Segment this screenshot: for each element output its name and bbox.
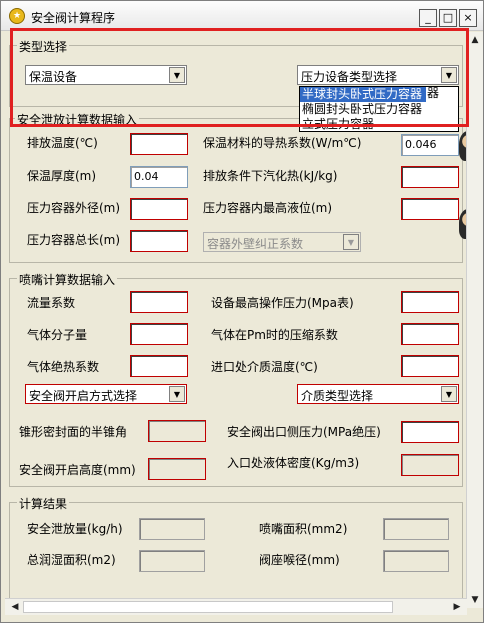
max-liquid-level-input[interactable] (401, 198, 459, 220)
nozzle-area-output (383, 518, 449, 540)
vessel-outer-diameter-input[interactable] (130, 198, 188, 220)
relief-rate-label: 安全泄放量(kg/h) (27, 522, 123, 536)
adiabatic-coeff-input[interactable] (130, 355, 188, 377)
inlet-temp-label: 进口处介质温度(℃) (211, 360, 318, 374)
results-label: 计算结果 (17, 495, 70, 512)
app-logo-icon: ★ (9, 8, 25, 24)
seat-throat-output (383, 550, 449, 572)
medium-type-select[interactable]: 介质类型选择 ▼ (297, 384, 459, 404)
latent-heat-input[interactable] (401, 166, 459, 188)
scroll-up-icon[interactable]: ▲ (467, 32, 483, 48)
maximize-button[interactable]: □ (439, 9, 457, 27)
chevron-down-icon[interactable]: ▼ (169, 67, 185, 83)
vessel-length-input[interactable] (130, 230, 188, 252)
lift-height-label: 安全阀开启高度(mm) (19, 463, 136, 477)
latent-heat-label: 排放条件下汽化热(kJ/kg) (203, 169, 338, 183)
scroll-left-icon[interactable]: ◀ (7, 599, 23, 615)
relief-input-label: 安全泄放计算数据输入 (15, 111, 140, 128)
lift-height-input[interactable] (148, 458, 206, 480)
app-window: ★ 安全阀计算程序 _ □ × 类型选择 保温设备 ▼ 压力设备类型选择 ▼ 安… (0, 0, 484, 623)
minimize-button[interactable]: _ (419, 9, 437, 27)
outlet-pressure-input[interactable] (401, 421, 459, 443)
chevron-down-icon[interactable]: ▼ (343, 234, 359, 250)
chevron-down-icon[interactable]: ▼ (441, 386, 457, 402)
nozzle-input-label: 喷嘴计算数据输入 (17, 271, 118, 288)
chevron-down-icon[interactable]: ▼ (169, 386, 185, 402)
vessel-type-select-value: 压力设备类型选择 (301, 70, 398, 84)
vessel-type-select[interactable]: 压力设备类型选择 ▼ (297, 65, 459, 85)
seat-throat-label: 阀座喉径(mm) (259, 553, 340, 567)
max-operating-pressure-input[interactable] (401, 291, 459, 313)
outlet-pressure-label: 安全阀出口侧压力(MPa绝压) (227, 425, 381, 439)
insulation-conductivity-label: 保温材料的导热系数(W/m℃) (203, 136, 362, 150)
vessel-type-option[interactable]: 立式压力容器 (300, 117, 458, 132)
flow-coeff-label: 流量系数 (27, 296, 76, 310)
max-operating-pressure-label: 设备最高操作压力(Mpa表) (211, 296, 354, 310)
adiabatic-coeff-label: 气体绝热系数 (27, 360, 100, 374)
opening-mode-select-value: 安全阀开启方式选择 (29, 389, 138, 403)
molecular-weight-input[interactable] (130, 323, 188, 345)
scroll-right-icon[interactable]: ▶ (449, 599, 465, 615)
relief-rate-output (139, 518, 205, 540)
wall-factor-select-value: 容器外壁纠正系数 (207, 237, 304, 251)
max-liquid-level-label: 压力容器内最高液位(m) (203, 201, 333, 215)
horizontal-scrollbar[interactable]: ◀ ▶ (5, 598, 467, 615)
close-button[interactable]: × (459, 9, 477, 27)
title-bar[interactable]: ★ 安全阀计算程序 _ □ × (1, 1, 483, 31)
type-selection-label: 类型选择 (17, 38, 70, 55)
opening-mode-select[interactable]: 安全阀开启方式选择 ▼ (25, 384, 187, 404)
vessel-length-label: 压力容器总长(m) (27, 233, 121, 247)
wall-factor-select[interactable]: 容器外壁纠正系数 ▼ (203, 232, 361, 252)
insulation-thickness-input[interactable]: 0.04 (130, 166, 188, 188)
medium-type-select-value: 介质类型选择 (301, 389, 374, 403)
chevron-down-icon[interactable]: ▼ (441, 67, 457, 83)
option-tail-text: 器 (427, 86, 440, 100)
compressibility-input[interactable] (401, 323, 459, 345)
wetted-area-output (139, 550, 205, 572)
vessel-outer-diameter-label: 压力容器外径(m) (27, 201, 121, 215)
vessel-type-option[interactable]: 半球封头卧式压力容器 (300, 87, 426, 102)
vertical-scrollbar[interactable]: ▲ ▼ (466, 32, 483, 608)
discharge-temp-label: 排放温度(℃) (27, 136, 98, 150)
horizontal-scroll-thumb[interactable] (23, 601, 393, 613)
inlet-temp-input[interactable] (401, 355, 459, 377)
inlet-liquid-density-label: 入口处液体密度(Kg/m3) (227, 456, 360, 470)
insulation-conductivity-input[interactable]: 0.046 (401, 134, 459, 156)
scroll-down-icon[interactable]: ▼ (467, 592, 483, 608)
discharge-temp-input[interactable] (130, 133, 188, 155)
inlet-liquid-density-input[interactable] (401, 454, 459, 476)
nozzle-area-label: 喷嘴面积(mm2) (259, 522, 348, 536)
vessel-type-option[interactable]: 椭圆封头卧式压力容器 (300, 102, 458, 117)
wetted-area-label: 总润湿面积(m2) (27, 553, 116, 567)
insulation-select[interactable]: 保温设备 ▼ (25, 65, 187, 85)
insulation-thickness-label: 保温厚度(m) (27, 169, 97, 183)
window-title: 安全阀计算程序 (31, 11, 116, 25)
compressibility-label: 气体在Pm时的压缩系数 (211, 328, 338, 342)
cone-half-angle-label: 锥形密封面的半锥角 (19, 425, 128, 439)
flow-coeff-input[interactable] (130, 291, 188, 313)
cone-half-angle-input[interactable] (148, 420, 206, 442)
insulation-select-value: 保温设备 (29, 70, 78, 84)
molecular-weight-label: 气体分子量 (27, 328, 88, 342)
